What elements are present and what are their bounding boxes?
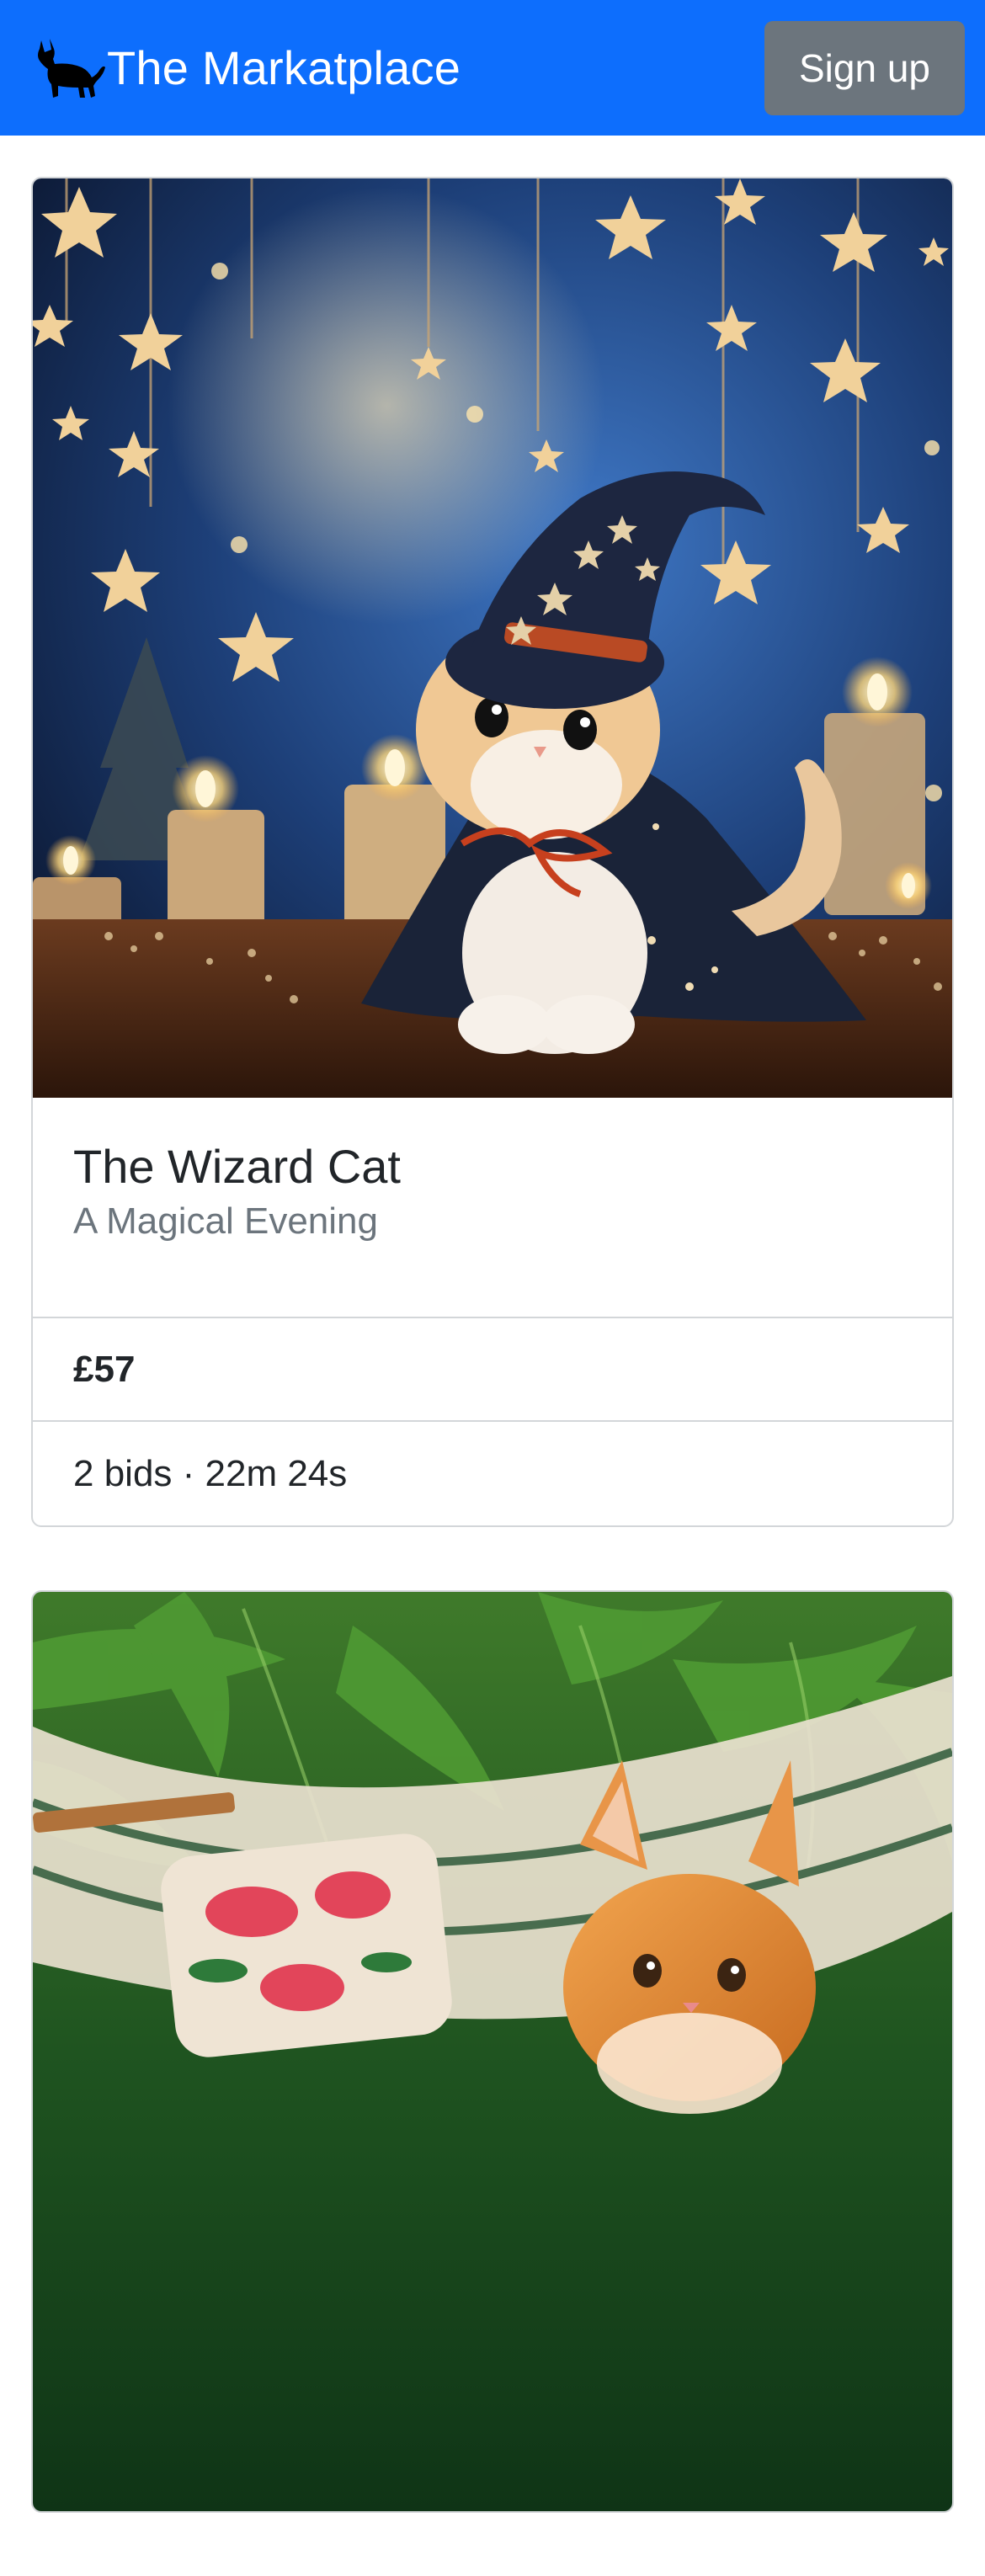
listing-card[interactable]: The Wizard Cat A Magical Evening £57 2 b…	[31, 177, 954, 1527]
navbar: The Markatplace Sign up	[0, 0, 985, 136]
hammock-kitten-image	[33, 1592, 952, 2511]
signup-button[interactable]: Sign up	[764, 20, 965, 115]
listings-list: The Wizard Cat A Magical Evening £57 2 b…	[31, 177, 954, 2576]
listing-title[interactable]: The Wizard Cat	[73, 1140, 912, 1194]
brand-link[interactable]: The Markatplace	[29, 35, 461, 101]
brand-name: The Markatplace	[107, 40, 461, 94]
black-cat-icon	[38, 38, 105, 98]
wizard-cat-image	[33, 178, 952, 1098]
listing-bids-countdown: 2 bids · 22m 24s	[73, 1452, 348, 1494]
card-body: The Wizard Cat A Magical Evening	[33, 1098, 952, 1318]
listing-card[interactable]	[31, 1590, 954, 2513]
listing-subtitle: A Magical Evening	[73, 1200, 378, 1243]
listing-price: £57	[33, 1318, 952, 1422]
